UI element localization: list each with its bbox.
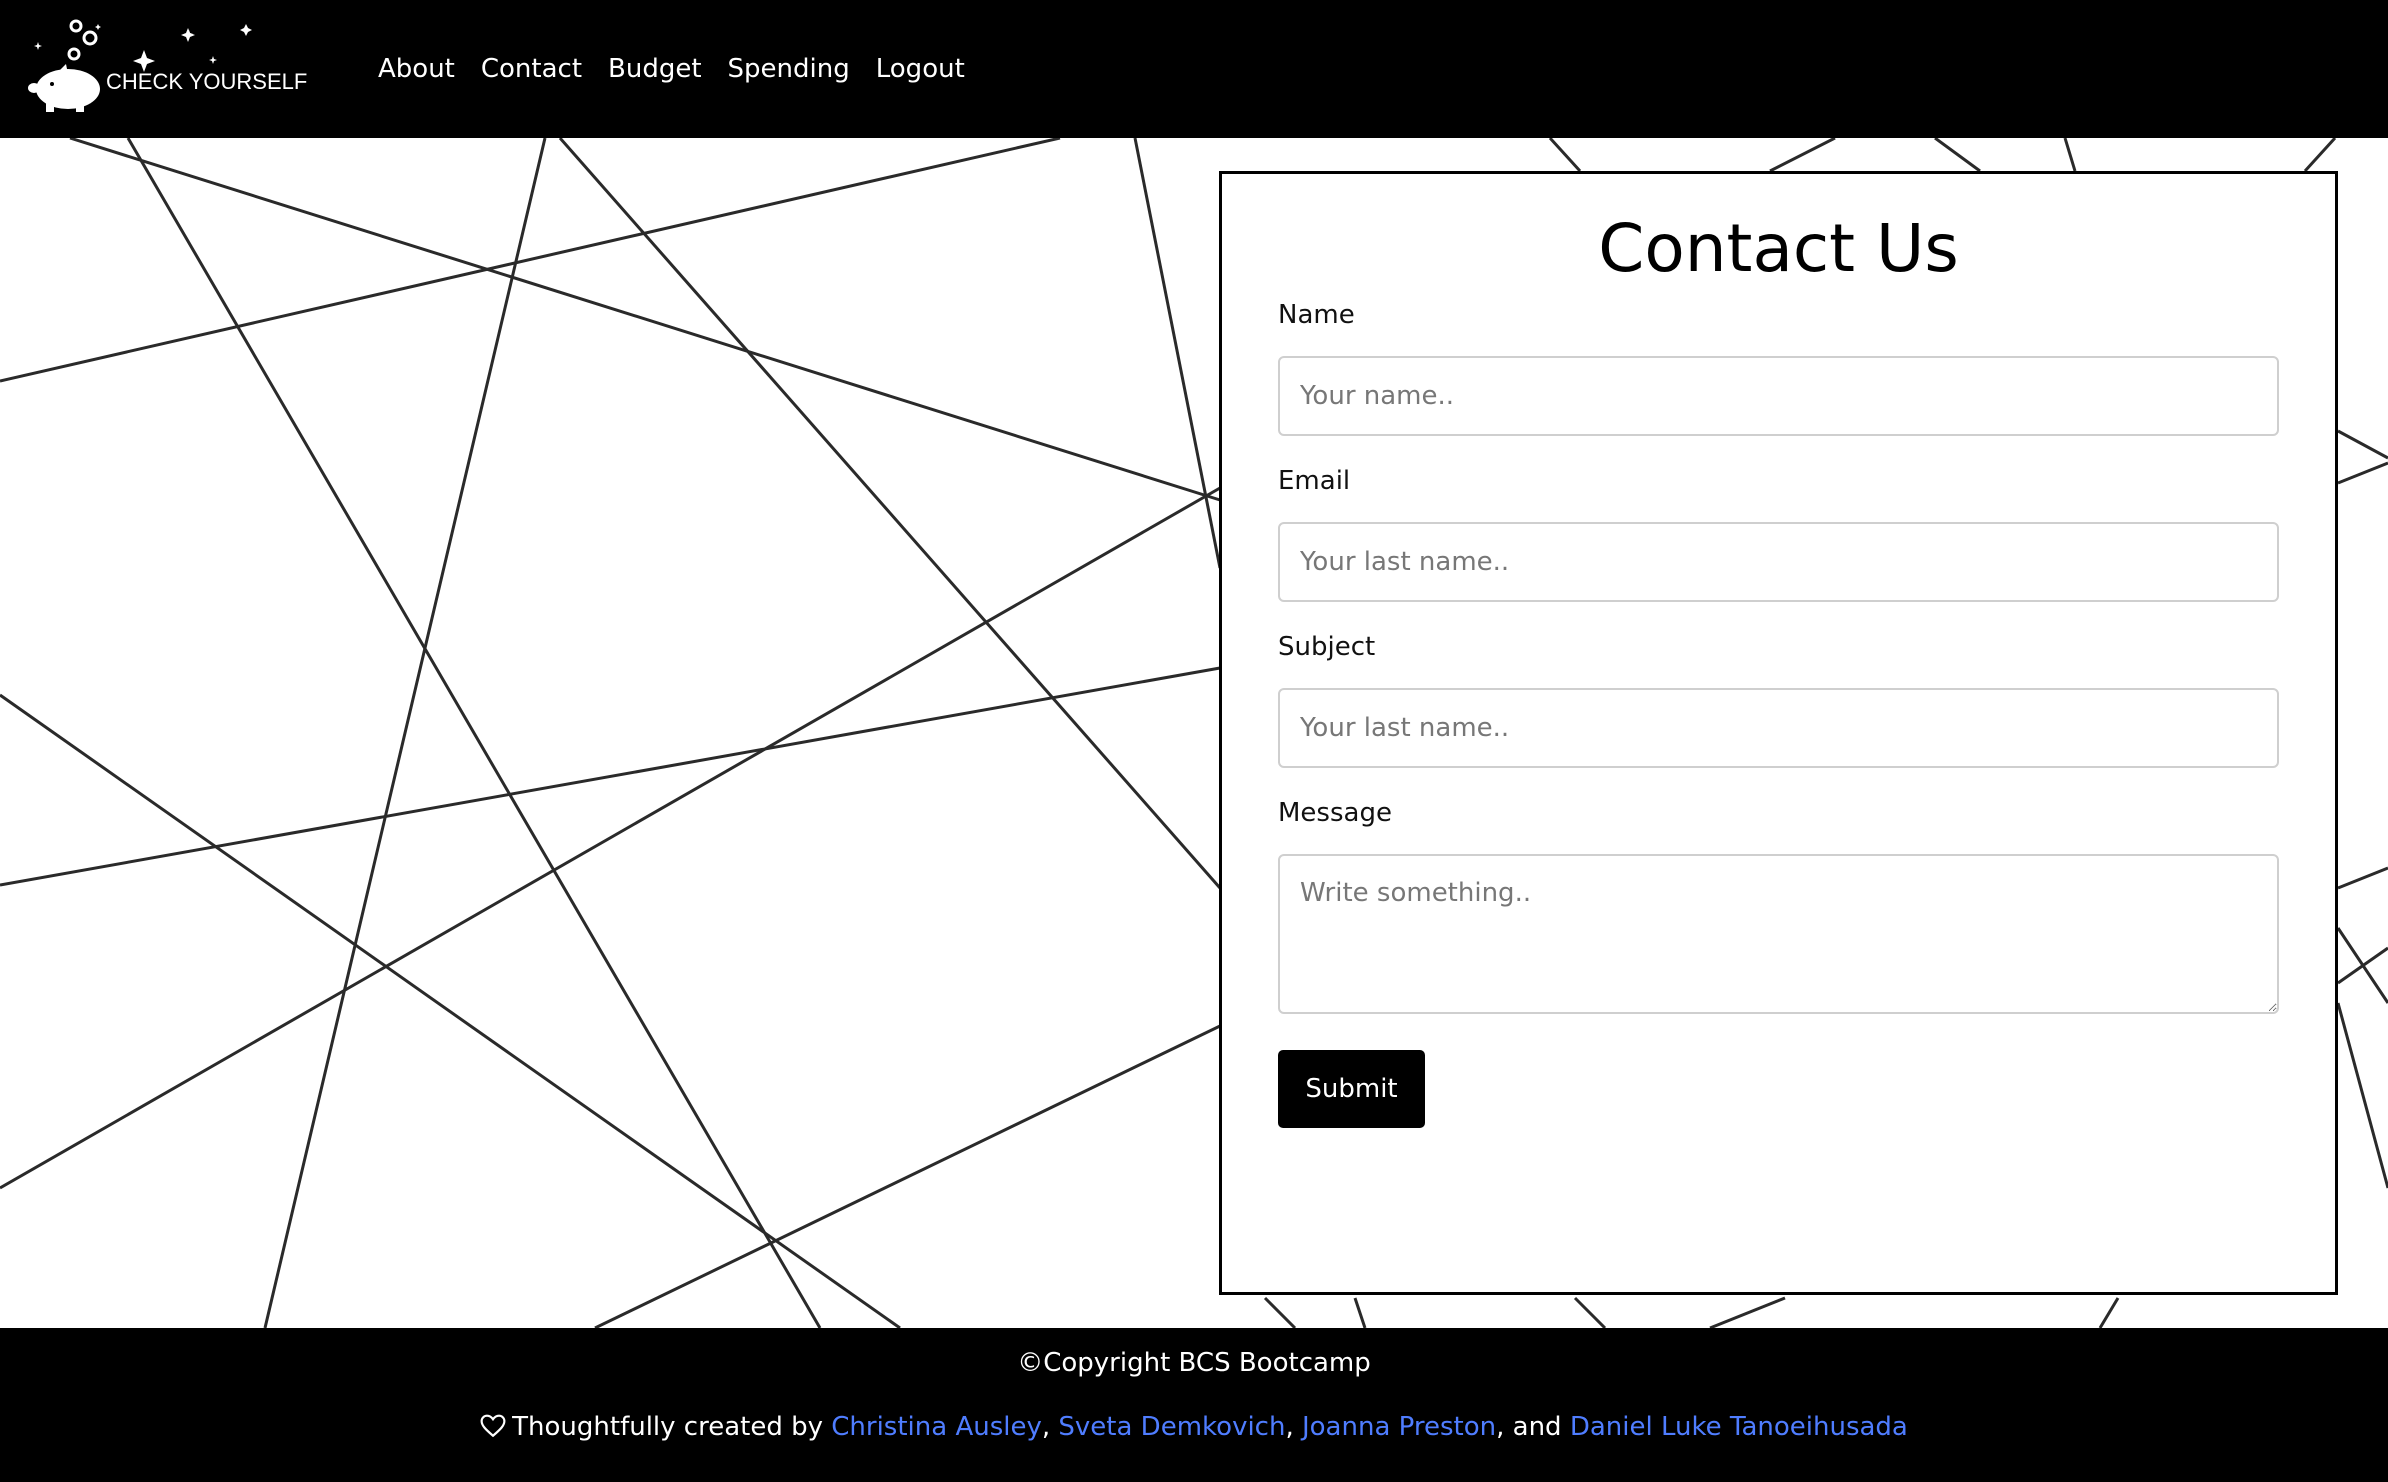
credits-line: Thoughtfully created by Christina Ausley…	[0, 1412, 2388, 1442]
nav-link-about[interactable]: About	[378, 54, 455, 84]
copyright-label: Copyright BCS Bootcamp	[1043, 1348, 1371, 1378]
nav-link-spending[interactable]: Spending	[728, 54, 850, 84]
email-input[interactable]	[1278, 522, 2279, 602]
nav-link-contact[interactable]: Contact	[481, 54, 582, 84]
name-label: Name	[1278, 300, 1355, 330]
brand-name: CHECK YOURSELF	[106, 69, 307, 94]
brand-logo[interactable]: CHECK YOURSELF	[28, 14, 338, 114]
author-link-joanna[interactable]: Joanna Preston	[1302, 1412, 1496, 1442]
author-link-daniel[interactable]: Daniel Luke Tanoeihusada	[1570, 1412, 1908, 1442]
page-title: Contact Us	[1598, 210, 1959, 287]
copyright-icon: ©	[1017, 1348, 1044, 1378]
author-separator: ,	[1041, 1412, 1051, 1442]
subject-input[interactable]	[1278, 688, 2279, 768]
credits-prefix: Thoughtfully created by	[512, 1412, 823, 1442]
message-label: Message	[1278, 798, 1392, 828]
nav-link-logout[interactable]: Logout	[876, 54, 965, 84]
nav-links: About Contact Budget Spending Logout	[378, 0, 991, 138]
subject-label: Subject	[1278, 632, 1376, 662]
author-separator-and: , and	[1496, 1412, 1562, 1442]
author-link-christina[interactable]: Christina Ausley	[831, 1412, 1042, 1442]
message-textarea[interactable]	[1278, 854, 2279, 1014]
nav-link-budget[interactable]: Budget	[608, 54, 702, 84]
navbar: CHECK YOURSELF About Contact Budget Spen…	[0, 0, 2388, 138]
footer: ©Copyright BCS Bootcamp Thoughtfully cre…	[0, 1328, 2388, 1482]
author-link-sveta[interactable]: Sveta Demkovich	[1058, 1412, 1285, 1442]
email-label: Email	[1278, 466, 1351, 496]
name-input[interactable]	[1278, 356, 2279, 436]
copyright-text: ©Copyright BCS Bootcamp	[0, 1348, 2388, 1378]
submit-button[interactable]: Submit	[1278, 1050, 1425, 1128]
heart-outline-icon	[480, 1414, 506, 1438]
contact-form-card: Contact Us Name Email Subject Message Su…	[1219, 171, 2338, 1295]
author-separator: ,	[1285, 1412, 1294, 1442]
piggy-bank-icon: CHECK YOURSELF	[28, 19, 307, 112]
